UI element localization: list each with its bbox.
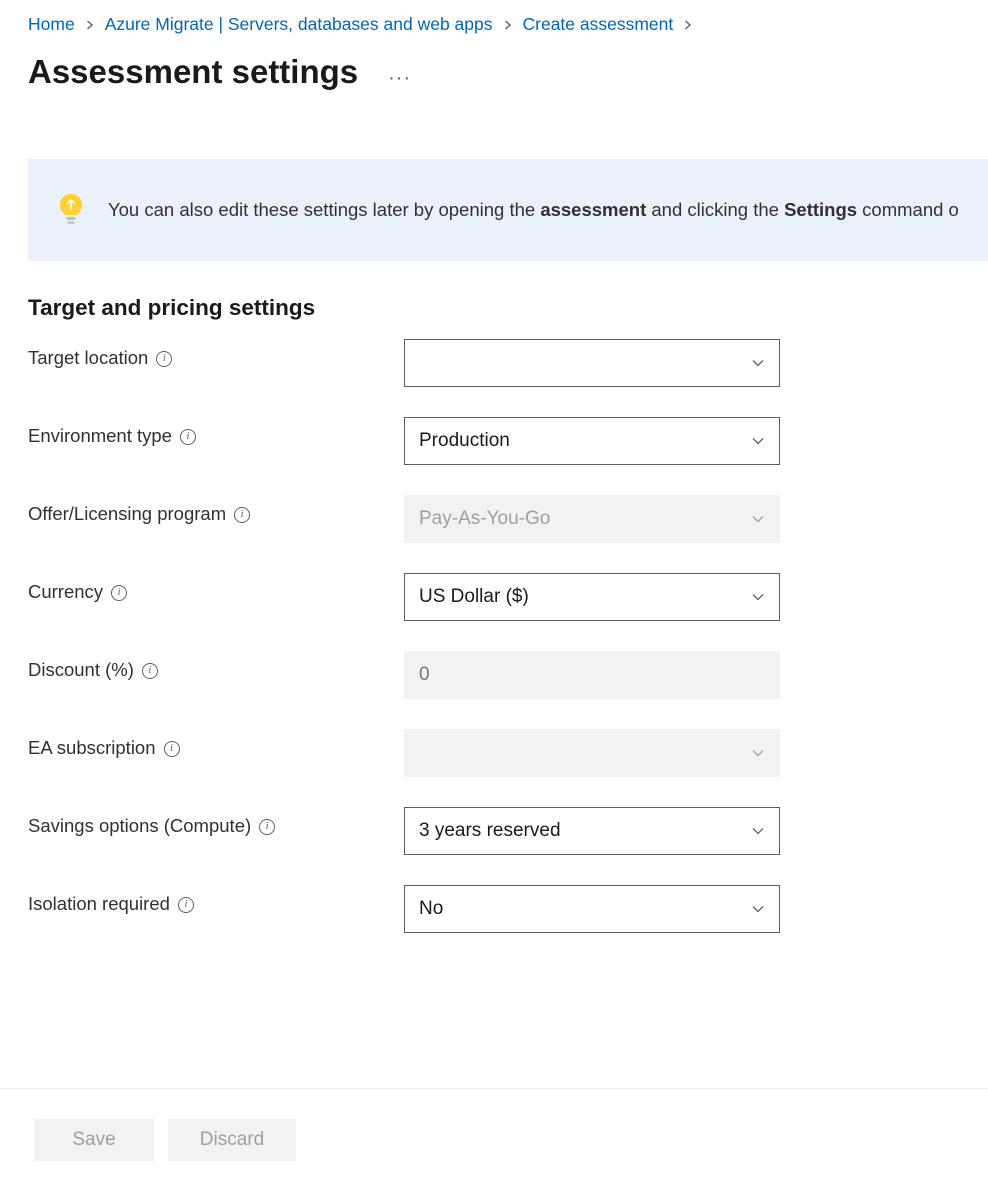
section-target-pricing: Target and pricing settings	[0, 261, 988, 339]
banner-text: You can also edit these settings later b…	[108, 199, 959, 221]
row-offer-licensing: Offer/Licensing program i Pay-As-You-Go	[28, 495, 960, 543]
label-target-location: Target location i	[28, 339, 404, 369]
label-ea-subscription: EA subscription i	[28, 729, 404, 759]
label-discount: Discount (%) i	[28, 651, 404, 681]
chevron-right-icon	[503, 20, 513, 30]
more-icon[interactable]: ···	[388, 67, 411, 90]
label-text: Environment type	[28, 425, 172, 447]
chevron-down-icon	[751, 590, 765, 604]
footer: Save Discard	[0, 1088, 988, 1183]
info-icon[interactable]: i	[234, 507, 250, 523]
info-icon[interactable]: i	[142, 663, 158, 679]
label-isolation-required: Isolation required i	[28, 885, 404, 915]
dropdown-value: No	[419, 898, 443, 920]
label-text: Target location	[28, 347, 148, 369]
info-icon[interactable]: i	[164, 741, 180, 757]
chevron-down-icon	[751, 356, 765, 370]
info-icon[interactable]: i	[259, 819, 275, 835]
dropdown-offer-licensing: Pay-As-You-Go	[404, 495, 780, 543]
breadcrumb-create-assessment[interactable]: Create assessment	[523, 14, 674, 35]
dropdown-value: Pay-As-You-Go	[419, 508, 550, 530]
chevron-right-icon	[85, 20, 95, 30]
discard-button[interactable]: Discard	[168, 1119, 296, 1161]
info-icon[interactable]: i	[156, 351, 172, 367]
label-offer-licensing: Offer/Licensing program i	[28, 495, 404, 525]
info-icon[interactable]: i	[180, 429, 196, 445]
lightbulb-icon	[58, 193, 84, 227]
page-title-row: Assessment settings ···	[0, 35, 988, 91]
row-target-location: Target location i	[28, 339, 960, 387]
save-button[interactable]: Save	[34, 1119, 154, 1161]
row-currency: Currency i US Dollar ($)	[28, 573, 960, 621]
chevron-down-icon	[751, 512, 765, 526]
row-discount: Discount (%) i	[28, 651, 960, 699]
dropdown-target-location[interactable]	[404, 339, 780, 387]
dropdown-ea-subscription	[404, 729, 780, 777]
form-area: Target location i Environment type i Pro…	[0, 339, 988, 933]
chevron-right-icon	[683, 20, 693, 30]
info-icon[interactable]: i	[111, 585, 127, 601]
label-text: Savings options (Compute)	[28, 815, 251, 837]
dropdown-environment-type[interactable]: Production	[404, 417, 780, 465]
breadcrumb-home[interactable]: Home	[28, 14, 75, 35]
row-savings-options: Savings options (Compute) i 3 years rese…	[28, 807, 960, 855]
chevron-down-icon	[751, 824, 765, 838]
dropdown-savings-options[interactable]: 3 years reserved	[404, 807, 780, 855]
label-text: Isolation required	[28, 893, 170, 915]
chevron-down-icon	[751, 434, 765, 448]
row-ea-subscription: EA subscription i	[28, 729, 960, 777]
breadcrumb-azure-migrate[interactable]: Azure Migrate | Servers, databases and w…	[105, 14, 493, 35]
banner-text-part: command o	[857, 199, 959, 220]
label-currency: Currency i	[28, 573, 404, 603]
chevron-down-icon	[751, 746, 765, 760]
chevron-down-icon	[751, 902, 765, 916]
info-icon[interactable]: i	[178, 897, 194, 913]
label-text: Offer/Licensing program	[28, 503, 226, 525]
banner-text-part: and clicking the	[646, 199, 784, 220]
input-discount	[404, 651, 780, 699]
breadcrumb: Home Azure Migrate | Servers, databases …	[0, 0, 988, 35]
label-environment-type: Environment type i	[28, 417, 404, 447]
banner-text-bold: Settings	[784, 199, 857, 220]
dropdown-isolation-required[interactable]: No	[404, 885, 780, 933]
label-savings-options: Savings options (Compute) i	[28, 807, 404, 837]
dropdown-value: 3 years reserved	[419, 820, 561, 842]
dropdown-value: Production	[419, 430, 510, 452]
label-text: Discount (%)	[28, 659, 134, 681]
dropdown-value: US Dollar ($)	[419, 586, 529, 608]
page-title: Assessment settings	[28, 53, 358, 91]
info-banner: You can also edit these settings later b…	[28, 159, 988, 261]
label-text: EA subscription	[28, 737, 156, 759]
row-environment-type: Environment type i Production	[28, 417, 960, 465]
banner-text-bold: assessment	[540, 199, 646, 220]
row-isolation-required: Isolation required i No	[28, 885, 960, 933]
dropdown-currency[interactable]: US Dollar ($)	[404, 573, 780, 621]
label-text: Currency	[28, 581, 103, 603]
banner-text-part: You can also edit these settings later b…	[108, 199, 540, 220]
